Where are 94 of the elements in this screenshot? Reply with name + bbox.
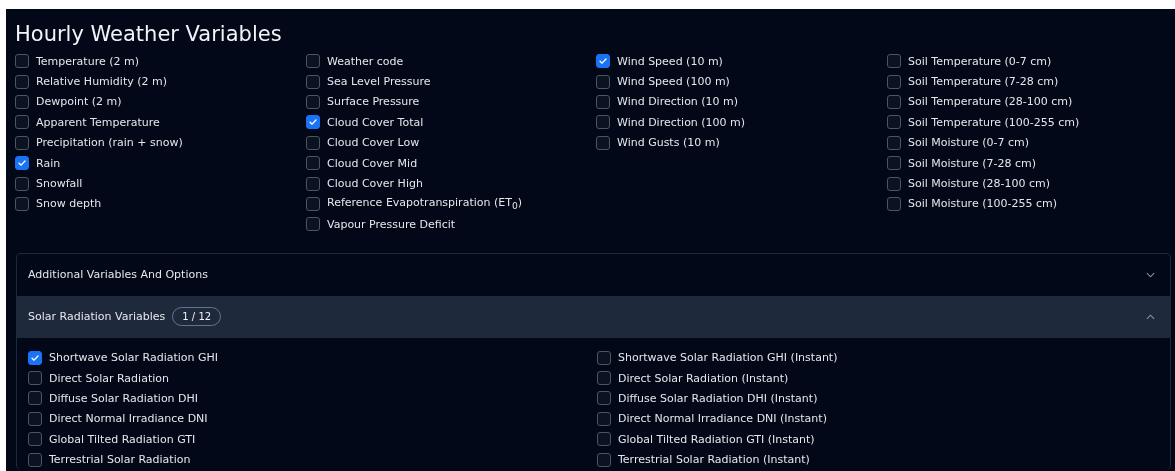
checkbox-label: Reference Evapotranspiration (ET$_{0}$) [327,196,523,212]
accordion-header[interactable]: Additional Variables And Options [17,253,1170,296]
checkbox-label: Soil Moisture (7-28 cm) [908,156,1036,170]
checkbox-label: Diffuse Solar Radiation DHI [49,392,199,405]
checkbox[interactable] [596,115,610,130]
checkbox[interactable] [28,411,42,426]
checkbox[interactable] [887,54,901,69]
checkbox-label: Surface Pressure [327,95,420,109]
checkbox-label: Direct Solar Radiation (Instant) [618,371,789,385]
checkbox-label: Direct Normal Irradiance DNI (Instant) [618,412,827,426]
chevron-icon [1146,313,1155,320]
checkbox-label: Direct Solar Radiation [49,371,169,385]
checkbox[interactable] [15,176,29,191]
checkbox[interactable] [28,432,42,447]
checkbox[interactable] [15,54,29,69]
checkbox[interactable] [306,196,320,211]
check-icon [308,117,318,128]
checkbox-label: Global Tilted Radiation GTI (Instant) [618,432,815,446]
checkbox[interactable] [887,135,901,150]
check-icon [598,56,608,67]
checkbox-label: Weather code [327,54,404,68]
checkbox[interactable] [306,54,320,69]
checkbox[interactable] [15,156,29,171]
checkbox[interactable] [887,176,901,191]
checkbox-label: Diffuse Solar Radiation DHI (Instant) [618,392,818,405]
checkbox-label: Soil Temperature (7-28 cm) [908,75,1059,89]
checkbox-label: Soil Moisture (100-255 cm) [908,197,1057,211]
checkbox-label: Soil Moisture (0-7 cm) [908,136,1029,150]
checkbox-label: Soil Temperature (100-255 cm) [908,115,1080,129]
checkbox-label: Direct Normal Irradiance DNI [49,412,208,426]
checkbox[interactable] [306,94,320,109]
checkbox-label: Shortwave Solar Radiation GHI [49,351,219,365]
checkbox[interactable] [15,74,29,89]
checkbox-label: Soil Temperature (0-7 cm) [908,54,1052,68]
checkbox-label: Soil Moisture (28-100 cm) [908,177,1050,191]
checkbox[interactable] [28,371,42,386]
checkbox[interactable] [15,115,29,130]
checkbox[interactable] [887,74,901,89]
checkbox[interactable] [306,135,320,150]
accordion-title: Solar Radiation Variables [28,310,166,323]
checkbox-label: Snowfall [36,177,83,191]
checkbox-label: Cloud Cover Low [327,136,420,150]
checkbox-label: Terrestrial Solar Radiation (Instant) [618,453,810,467]
accordion-title: Additional Variables And Options [28,268,208,281]
checkbox-label: Dewpoint (2 m) [36,95,122,109]
checkbox-label: Precipitation (rain + snow) [36,136,183,150]
checkbox[interactable] [887,94,901,109]
checkbox[interactable] [28,452,42,467]
checkbox-label: Cloud Cover Total [327,115,424,129]
checkbox[interactable] [15,135,29,150]
checkbox-label: Apparent Temperature [36,115,160,129]
checkbox-label: Cloud Cover Mid [327,156,418,170]
checkbox-label: Wind Direction (10 m) [617,95,739,109]
checkbox[interactable] [596,74,610,89]
chevron-icon [1146,271,1155,278]
checkbox[interactable] [597,452,611,467]
checkbox-label: Global Tilted Radiation GTI [49,432,196,446]
checkbox-label: Relative Humidity (2 m) [36,75,168,89]
accordion-header[interactable]: Solar Radiation Variables 1 / 12 [17,295,1170,338]
checkbox[interactable] [306,74,320,89]
checkbox[interactable] [887,156,901,171]
checkbox-label: Terrestrial Solar Radiation [49,453,191,467]
checkbox[interactable] [28,350,42,365]
checkbox-label: Soil Temperature (28-100 cm) [908,95,1073,109]
checkbox-label: Rain [36,156,61,170]
checkbox[interactable] [306,176,320,191]
checkbox-label: Wind Speed (100 m) [617,75,730,89]
checkbox[interactable] [887,196,901,211]
checkbox-label: Shortwave Solar Radiation GHI (Instant) [618,351,838,365]
checkbox[interactable] [596,94,610,109]
checkbox[interactable] [596,135,610,150]
checkbox[interactable] [597,391,611,406]
check-icon [17,158,27,169]
checkbox[interactable] [28,391,42,406]
checkbox[interactable] [306,115,320,130]
checkbox-label: Sea Level Pressure [327,75,431,89]
checkbox[interactable] [887,115,901,130]
checkbox[interactable] [596,54,610,69]
checkbox-label: Wind Speed (10 m) [617,54,723,68]
section-title: Hourly Weather Variables [15,21,283,47]
checkbox-label: Wind Direction (100 m) [617,115,746,129]
checkbox-label: Vapour Pressure Deficit [327,217,456,231]
checkbox-label: Snow depth [36,197,102,211]
checkbox-label: Temperature (2 m) [36,54,139,68]
checkbox[interactable] [597,371,611,386]
checkbox[interactable] [597,411,611,426]
checkbox[interactable] [15,94,29,109]
checkbox[interactable] [597,350,611,365]
checkbox-label: Cloud Cover High [327,177,423,191]
checkbox[interactable] [306,156,320,171]
checkbox[interactable] [15,196,29,211]
checkbox[interactable] [597,432,611,447]
checkbox-label: Wind Gusts (10 m) [617,136,720,150]
checkbox[interactable] [306,217,320,232]
